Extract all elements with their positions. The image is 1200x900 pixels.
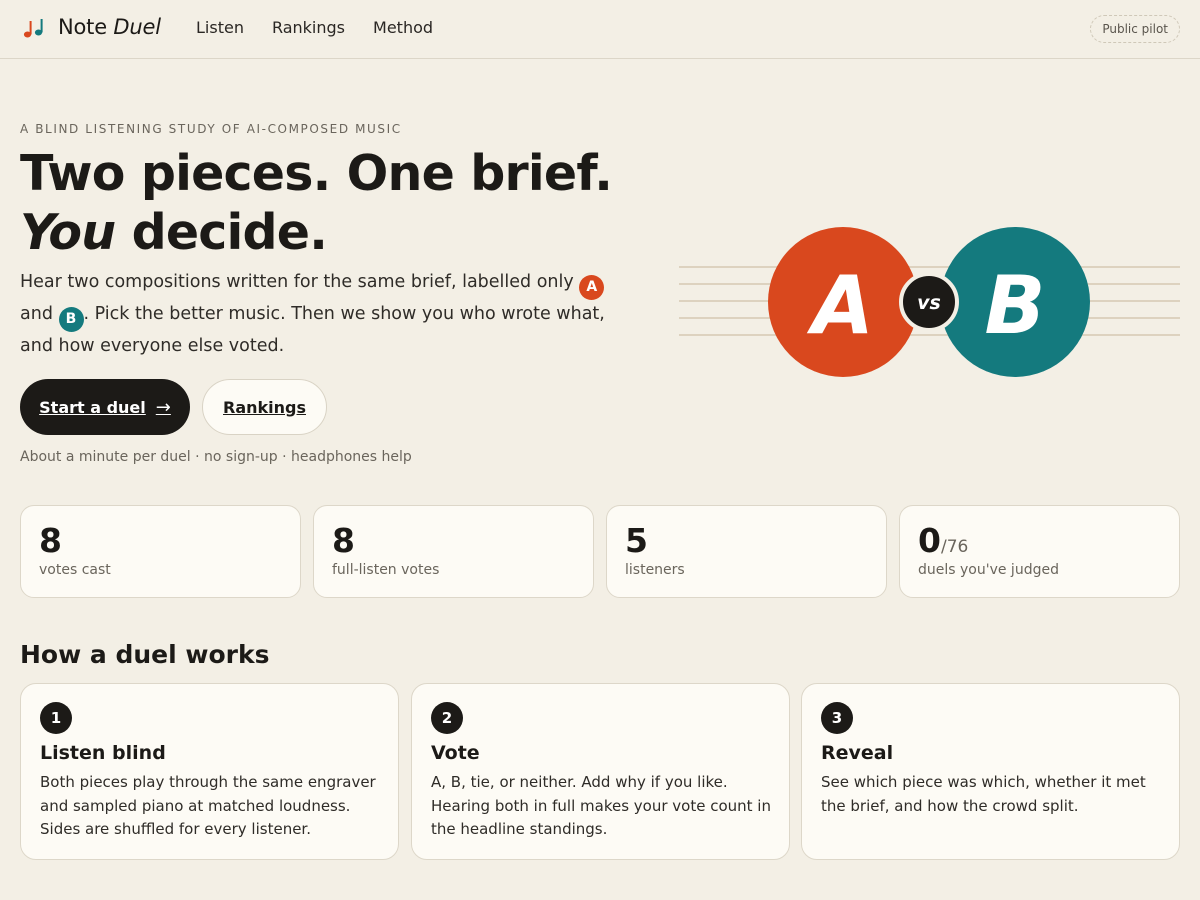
brand-name-part2: Duel (113, 15, 161, 39)
step-title: Vote (431, 742, 480, 764)
step-card-listen-blind: 1 Listen blind Both pieces play through … (20, 683, 399, 860)
stat-label: listeners (625, 562, 685, 578)
stat-card-duels-judged: 0/76 duels you've judged (899, 505, 1180, 598)
brand-name[interactable]: Note Duel (58, 15, 161, 39)
hero-headline: Two pieces. One brief. You decide. (20, 144, 640, 262)
step-description: Both pieces play through the same engrav… (40, 773, 376, 838)
headline-line1: Two pieces. One brief. (20, 145, 613, 202)
start-duel-label: Start a duel (39, 397, 146, 417)
stat-value: 8 (332, 522, 355, 566)
how-it-works-heading: How a duel works (20, 640, 270, 669)
arrow-right-icon: → (155, 396, 171, 418)
step-number-badge: 1 (40, 702, 72, 734)
stat-card-listeners: 5 listeners (606, 505, 887, 598)
stat-number: 8 (39, 521, 62, 560)
lede-text-1: Hear two compositions written for the sa… (20, 272, 580, 292)
step-card-reveal: 3 Reveal See which piece was which, whet… (801, 683, 1180, 860)
circle-b-label: B (985, 259, 1046, 352)
stat-value: 0/76 (918, 522, 968, 566)
lede-text-2: and (20, 304, 59, 324)
stat-label: votes cast (39, 562, 111, 578)
step-description: A, B, tie, or neither. Add why if you li… (431, 773, 771, 838)
headline-rest: decide. (115, 204, 328, 261)
public-pilot-badge: Public pilot (1090, 15, 1180, 43)
vs-label: vs (917, 292, 941, 314)
main-nav: Listen Rankings Method (196, 18, 433, 37)
step-card-vote: 2 Vote A, B, tie, or neither. Add why if… (411, 683, 790, 860)
a-vs-b-illustration: A B vs (679, 227, 1180, 377)
nav-link-method[interactable]: Method (373, 18, 433, 37)
chip-a: A (579, 275, 605, 300)
start-duel-button[interactable]: Start a duel → (20, 379, 190, 435)
stat-number: 5 (625, 521, 648, 560)
brand-name-part1: Note (58, 15, 107, 39)
stat-number: 0 (918, 521, 941, 560)
stat-value: 8 (39, 522, 62, 566)
rankings-button[interactable]: Rankings (202, 379, 327, 435)
headline-emphasis: You (20, 204, 116, 261)
lede-text-3: . Pick the better music. Then we show yo… (20, 304, 605, 356)
stat-value: 5 (625, 522, 648, 566)
hero-description: Hear two compositions written for the sa… (20, 268, 620, 361)
step-number-badge: 2 (431, 702, 463, 734)
circle-a-label: A (806, 259, 874, 352)
stat-card-full-listen-votes: 8 full-listen votes (313, 505, 594, 598)
stat-label: duels you've judged (918, 562, 1059, 578)
stat-number: 8 (332, 521, 355, 560)
stat-suffix: /76 (940, 537, 969, 557)
stat-card-votes-cast: 8 votes cast (20, 505, 301, 598)
nav-link-listen[interactable]: Listen (196, 18, 244, 37)
stat-label: full-listen votes (332, 562, 440, 578)
top-navigation-bar: Note Duel Listen Rankings Method Public … (0, 0, 1200, 59)
music-notes-icon[interactable] (22, 17, 46, 41)
step-title: Reveal (821, 742, 894, 764)
hero-eyebrow: A BLIND LISTENING STUDY OF AI-COMPOSED M… (20, 122, 402, 136)
step-number-badge: 3 (821, 702, 853, 734)
chip-b: B (58, 307, 84, 332)
step-description: See which piece was which, whether it me… (821, 773, 1146, 815)
nav-link-rankings[interactable]: Rankings (272, 18, 345, 37)
step-title: Listen blind (40, 742, 166, 764)
hero-footnote: About a minute per duel · no sign-up · h… (20, 449, 412, 465)
